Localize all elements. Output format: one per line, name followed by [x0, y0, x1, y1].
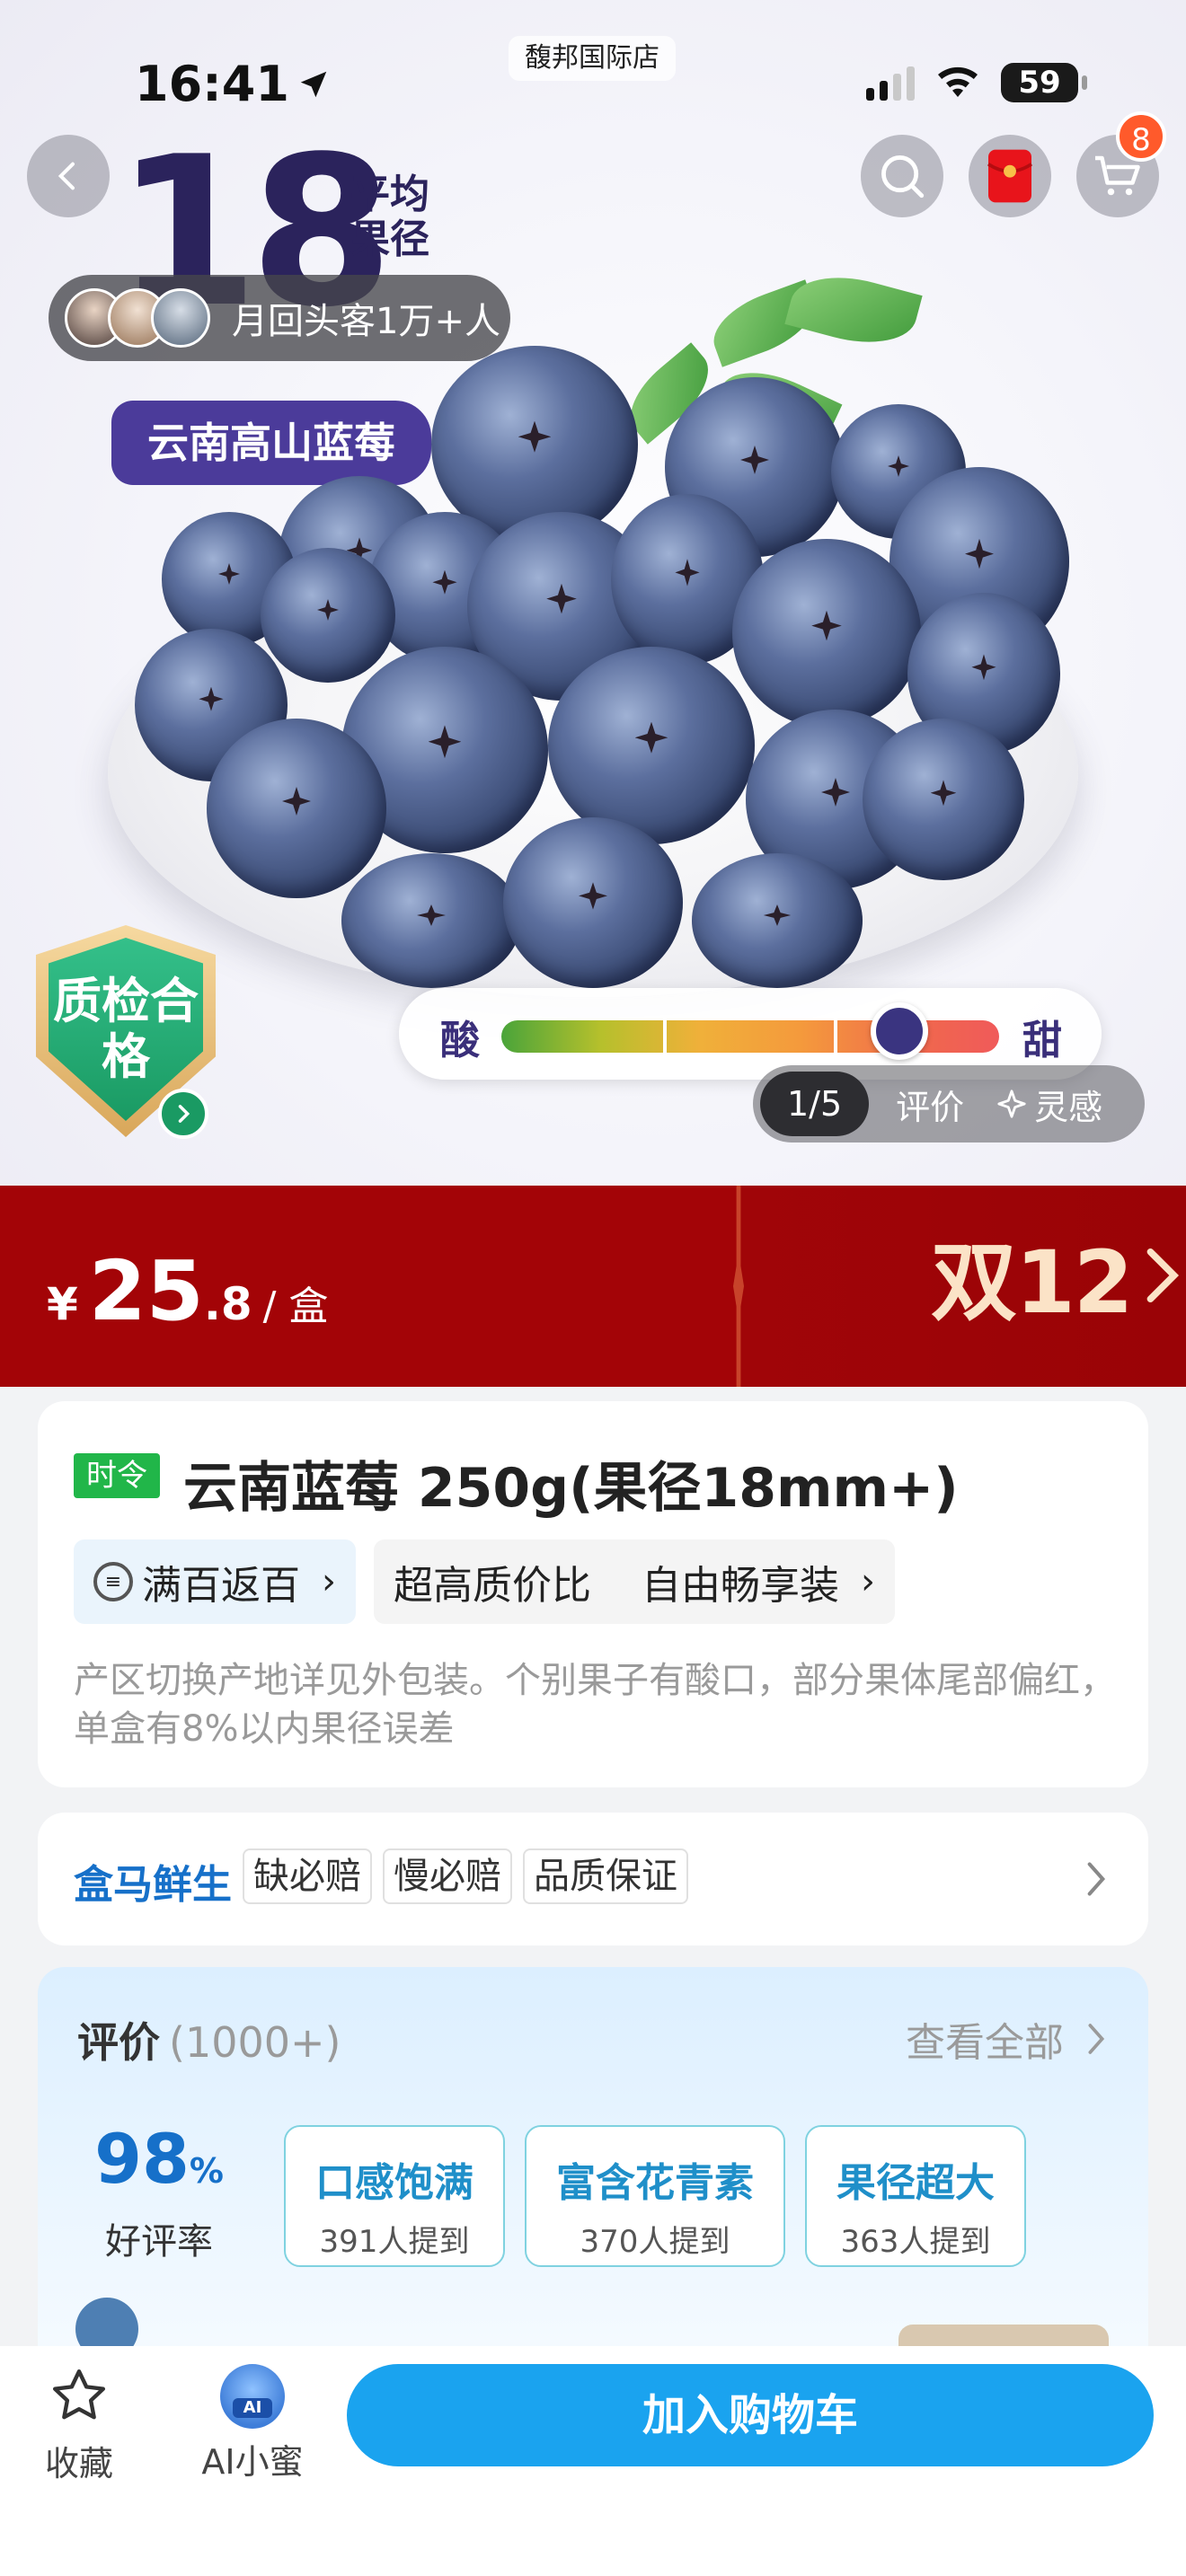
add-to-cart-button[interactable]: 加入购物车 — [347, 2364, 1154, 2466]
chevron-right-icon — [1146, 1248, 1179, 1302]
media-tab-inspiration[interactable]: 灵感 — [996, 1080, 1102, 1129]
coupon-icon: ≡ — [93, 1562, 133, 1601]
blueberry — [732, 539, 921, 728]
product-info-card: 时令 云南蓝莓 250g(果径18mm+) ≡ 满百返百 › 超高质价比 自由畅… — [38, 1401, 1148, 1787]
chevron-right-icon: › — [322, 1561, 336, 1602]
sparkle-icon — [997, 1090, 1026, 1118]
product-detail-page: 16:41 馥邦国际店 59 8 18 平均果径 月回头客1万+人 云南高山蓝莓… — [0, 0, 1186, 2576]
store-name[interactable]: 馥邦国际店 — [509, 36, 676, 81]
search-icon — [881, 155, 925, 198]
battery-indicator: 59 — [1001, 63, 1087, 102]
service-tags: 缺必赔 慢必赔 品质保证 — [243, 1848, 688, 1904]
status-time: 16:41 — [135, 56, 331, 112]
view-all-reviews[interactable]: 查看全部 — [906, 2010, 1109, 2068]
blueberry — [863, 719, 1024, 880]
red-envelope-button[interactable] — [969, 135, 1051, 217]
review-count: (1000+) — [169, 2018, 341, 2067]
back-button[interactable] — [27, 135, 110, 217]
media-tab-review[interactable]: 评价 — [896, 1080, 964, 1129]
product-note: 产区切换产地详见外包装。个别果子有酸口，部分果体尾部偏红，单盒有8%以内果径误差 — [74, 1660, 1116, 1750]
review-keyword[interactable]: 口感饱满 391人提到 — [284, 2125, 505, 2267]
image-counter[interactable]: 1/5 — [760, 1072, 870, 1136]
origin-tag: 云南高山蓝莓 — [111, 401, 431, 485]
fruit-size-label: 平均果径 — [350, 172, 429, 262]
wifi-icon — [938, 66, 978, 97]
location-arrow-icon — [300, 71, 327, 97]
favorite-button[interactable]: 收藏 — [36, 2364, 122, 2485]
product-hero-image[interactable]: 16:41 馥邦国际店 59 8 18 平均果径 月回头客1万+人 云南高山蓝莓… — [0, 0, 1186, 1186]
coupon-chip[interactable]: ≡ 满百返百 › — [74, 1539, 356, 1624]
reviews-title: 评价 (1000+) — [77, 2018, 341, 2067]
service-tag: 品质保证 — [523, 1848, 688, 1904]
chevron-right-icon — [1088, 2024, 1105, 2054]
promotion-chips: ≡ 满百返百 › 超高质价比 自由畅享装 › — [74, 1539, 895, 1624]
chevron-right-icon — [1087, 1862, 1106, 1896]
cellular-signal-icon — [866, 65, 915, 101]
review-keyword[interactable]: 富含花青素 370人提到 — [525, 2125, 785, 2267]
sour-label: 酸 — [440, 1018, 480, 1063]
service-tag: 慢必赔 — [383, 1848, 512, 1904]
season-tag: 时令 — [74, 1453, 160, 1498]
repeat-customers-pill: 月回头客1万+人 — [49, 275, 510, 361]
blueberry — [548, 647, 755, 844]
product-price: ¥ 25 .8 / 盒 — [47, 1243, 329, 1339]
sweetness-indicator — [871, 1002, 929, 1060]
product-name: 云南蓝莓 250g(果径18mm+) — [183, 1457, 959, 1520]
price-banner: ¥ 25 .8 / 盒 双12 — [0, 1186, 1186, 1387]
brand-name: 盒马鲜生 — [74, 1862, 232, 1908]
blueberry — [261, 548, 395, 683]
chevron-right-icon: › — [861, 1561, 875, 1602]
ai-assistant-icon: AI — [220, 2364, 285, 2429]
bottom-action-bar: 收藏 AI AI小蜜 加入购物车 — [0, 2346, 1186, 2576]
quality-badge-arrow[interactable] — [158, 1089, 208, 1139]
blueberry — [692, 853, 863, 988]
chevron-left-icon — [58, 162, 75, 190]
feature-chip[interactable]: 超高质价比 自由畅享装 › — [374, 1539, 895, 1624]
search-button[interactable] — [861, 135, 943, 217]
blueberry — [207, 719, 386, 898]
service-guarantee-card[interactable]: 盒马鲜生 缺必赔 慢必赔 品质保证 — [38, 1813, 1148, 1945]
positive-rate: 98% 好评率 — [94, 2119, 224, 2263]
quality-badge-text: 质检合格 — [53, 973, 199, 1085]
cart-count-badge: 8 — [1116, 111, 1166, 162]
service-tag: 缺必赔 — [243, 1848, 372, 1904]
promo-title[interactable]: 双12 — [931, 1213, 1186, 1337]
ai-assistant-button[interactable]: AI AI小蜜 — [196, 2364, 309, 2483]
media-switcher: 1/5 评价 灵感 — [753, 1065, 1145, 1142]
sweet-label: 甜 — [1022, 1018, 1062, 1063]
chevron-right-icon — [178, 1105, 190, 1123]
blueberry — [503, 817, 683, 988]
mint-leaf — [784, 263, 923, 357]
repeat-customers-text: 月回头客1万+人 — [232, 301, 500, 342]
star-icon — [52, 2369, 106, 2420]
review-keyword[interactable]: 果径超大 363人提到 — [805, 2125, 1026, 2267]
red-envelope-icon — [987, 149, 1033, 203]
blueberry — [341, 853, 521, 988]
customer-avatar — [151, 288, 210, 348]
